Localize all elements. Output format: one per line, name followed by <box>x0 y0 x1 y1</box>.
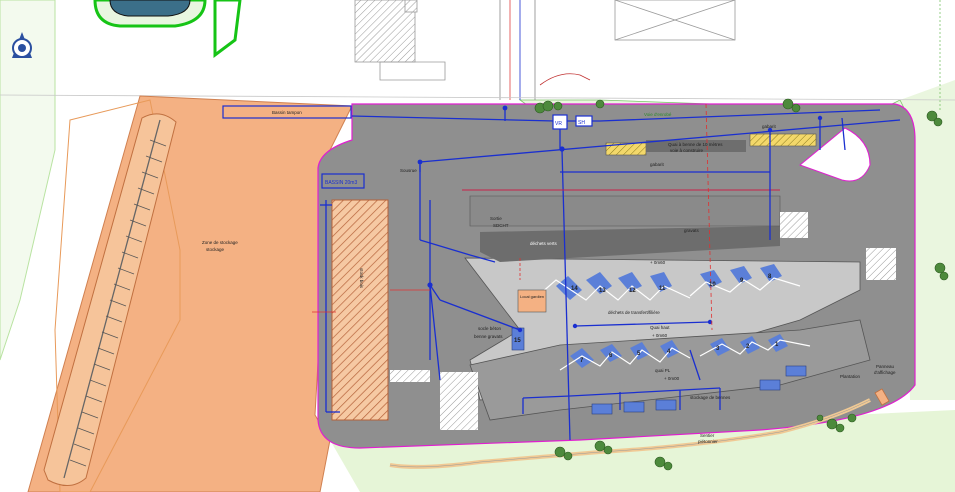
stock-bois-area <box>331 199 389 421</box>
label-gabarit-1: gabarit <box>650 162 665 167</box>
label-quai-haut-2: + 0m60 <box>652 333 668 338</box>
label-bassin-vol: BASSIN 20m3 <box>325 180 357 186</box>
site-plan: Bassin tampon Zone de stockage stockage … <box>0 0 955 492</box>
label-plantation: Plantation <box>840 374 861 379</box>
label-gravats: gravats <box>684 228 700 233</box>
label-gabarit-2: gabarit <box>762 124 777 129</box>
hatched-edge-top <box>780 212 808 238</box>
hatched-edge-left <box>440 372 478 430</box>
bay-number: 13 <box>599 288 606 294</box>
label-benne-gravats: benne gravats <box>474 334 503 339</box>
label-parking: SDCHT <box>493 223 509 228</box>
bay-number: 14 <box>571 286 578 292</box>
label-local-gardien: Local gardien <box>520 294 544 299</box>
hatched-edge-right <box>866 248 896 280</box>
label-sh: SH <box>578 120 585 126</box>
label-zone-stockage-2: stockage <box>206 247 225 252</box>
upper-strip <box>469 195 781 227</box>
bay-number: 10 <box>709 282 716 288</box>
label-stock-bois: stock bois <box>359 268 364 289</box>
label-stockage-bennes: stockage de bennes <box>690 395 731 400</box>
bay-number: 15 <box>514 338 521 344</box>
bay-number: 12 <box>629 288 636 294</box>
label-vr: VR <box>555 121 562 127</box>
label-dechets-verts: déchets verts <box>530 241 558 246</box>
label-panneau: Panneau <box>876 364 895 369</box>
label-bassin-tampon: Bassin tampon <box>272 110 302 115</box>
label-quai-bas-2: + 0m00 <box>664 376 680 381</box>
pond <box>93 0 242 58</box>
label-cote-1: + 0m60 <box>650 260 666 265</box>
label-sentier-2: piétonnier <box>698 439 718 444</box>
label-sortie-rue: Sousrue <box>400 168 417 173</box>
bay-number: 11 <box>659 286 666 292</box>
label-voie-enrobe: Voie d'enrobé <box>644 112 672 117</box>
label-quai-beton: Quai à benne de 10 mètres <box>668 142 723 147</box>
label-quai-beton-2: voie à construire <box>670 148 704 153</box>
label-quai-haut: Quai haut <box>650 325 670 330</box>
label-quai-bas: quai PL <box>655 368 671 373</box>
label-dechets-menagers: déchets de transfert/filière <box>608 310 660 315</box>
label-panneau-2: d'affichage <box>874 370 896 375</box>
label-sentier: Sentier <box>700 433 715 438</box>
label-sdcht: Sortie <box>490 216 502 221</box>
pedestrian-crossing <box>390 370 430 382</box>
label-zone-stockage: Zone de stockage <box>202 240 238 245</box>
label-socle-beton: socle béton <box>478 326 502 331</box>
